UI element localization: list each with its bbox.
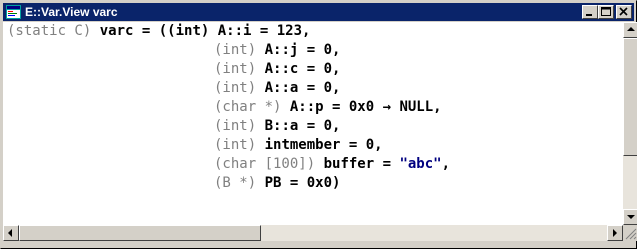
window-title: E::Var.View varc [25, 5, 118, 19]
member-value: A::i = 123, [217, 23, 311, 39]
variable-line: (int) B::a = 0, [214, 117, 340, 136]
storage-class: (static C) [7, 23, 92, 39]
horizontal-scrollbar[interactable] [3, 225, 623, 241]
member-type: (int) [214, 118, 257, 134]
scroll-left-icon [8, 229, 12, 237]
maximize-button[interactable] [598, 5, 614, 19]
member-type: (int) [214, 61, 257, 77]
member-value: B::a = 0, [264, 118, 341, 134]
member-value: A::c = 0, [264, 61, 341, 77]
resize-grip-icon [625, 228, 637, 240]
vertical-scrollbar[interactable] [623, 22, 637, 225]
variable-view-window: E::Var.View varc (static C) varc = ((int… [0, 0, 637, 249]
scroll-down-button[interactable] [623, 209, 637, 225]
scroll-right-icon [613, 229, 617, 237]
member-type: (int) [214, 42, 257, 58]
variable-line: (int) A::c = 0, [214, 60, 340, 79]
variable-line: (static C) varc = ((int) A::i = 123, [7, 22, 310, 41]
scroll-up-icon [627, 27, 635, 31]
member-value: A::a = 0, [264, 80, 341, 96]
scroll-up-button[interactable] [623, 22, 637, 38]
member-type: (int) [214, 137, 257, 153]
maximize-icon [601, 7, 611, 16]
title-bar[interactable]: E::Var.View varc [3, 3, 634, 21]
value-suffix: , [441, 156, 451, 172]
minimize-button[interactable] [582, 5, 598, 19]
scroll-right-button[interactable] [607, 225, 623, 241]
member-type: (B *) [214, 175, 257, 191]
close-button[interactable] [616, 5, 632, 19]
horizontal-scroll-thumb[interactable] [19, 225, 261, 241]
member-value: PB = 0x0) [264, 175, 341, 191]
member-value: A::j = 0, [264, 42, 341, 58]
member-type: (char [100]) [214, 156, 316, 172]
close-icon [619, 7, 628, 16]
app-window-icon [6, 5, 21, 19]
member-type: (int) [214, 80, 257, 96]
vertical-scroll-thumb[interactable] [623, 38, 637, 156]
variable-line: (char *) A::p = 0x0 → NULL, [214, 98, 442, 117]
variable-line: (char [100]) buffer = "abc", [214, 155, 450, 174]
member-value: A::p = 0x0 → NULL, [289, 99, 442, 115]
scroll-left-button[interactable] [3, 225, 19, 241]
variable-line: (int) A::j = 0, [214, 41, 340, 60]
member-value: intmember = 0, [264, 137, 383, 153]
variable-declaration: varc = ((int) [99, 23, 210, 39]
member-value: buffer = [323, 156, 400, 172]
member-type: (char *) [214, 99, 282, 115]
variable-content[interactable]: (static C) varc = ((int) A::i = 123, (in… [3, 22, 623, 225]
string-value: "abc" [399, 156, 442, 172]
scroll-down-icon [627, 215, 635, 219]
variable-line: (int) A::a = 0, [214, 79, 340, 98]
variable-line: (B *) PB = 0x0) [214, 174, 340, 193]
resize-grip[interactable] [623, 225, 637, 241]
variable-line: (int) intmember = 0, [214, 136, 383, 155]
minimize-icon [586, 14, 592, 16]
